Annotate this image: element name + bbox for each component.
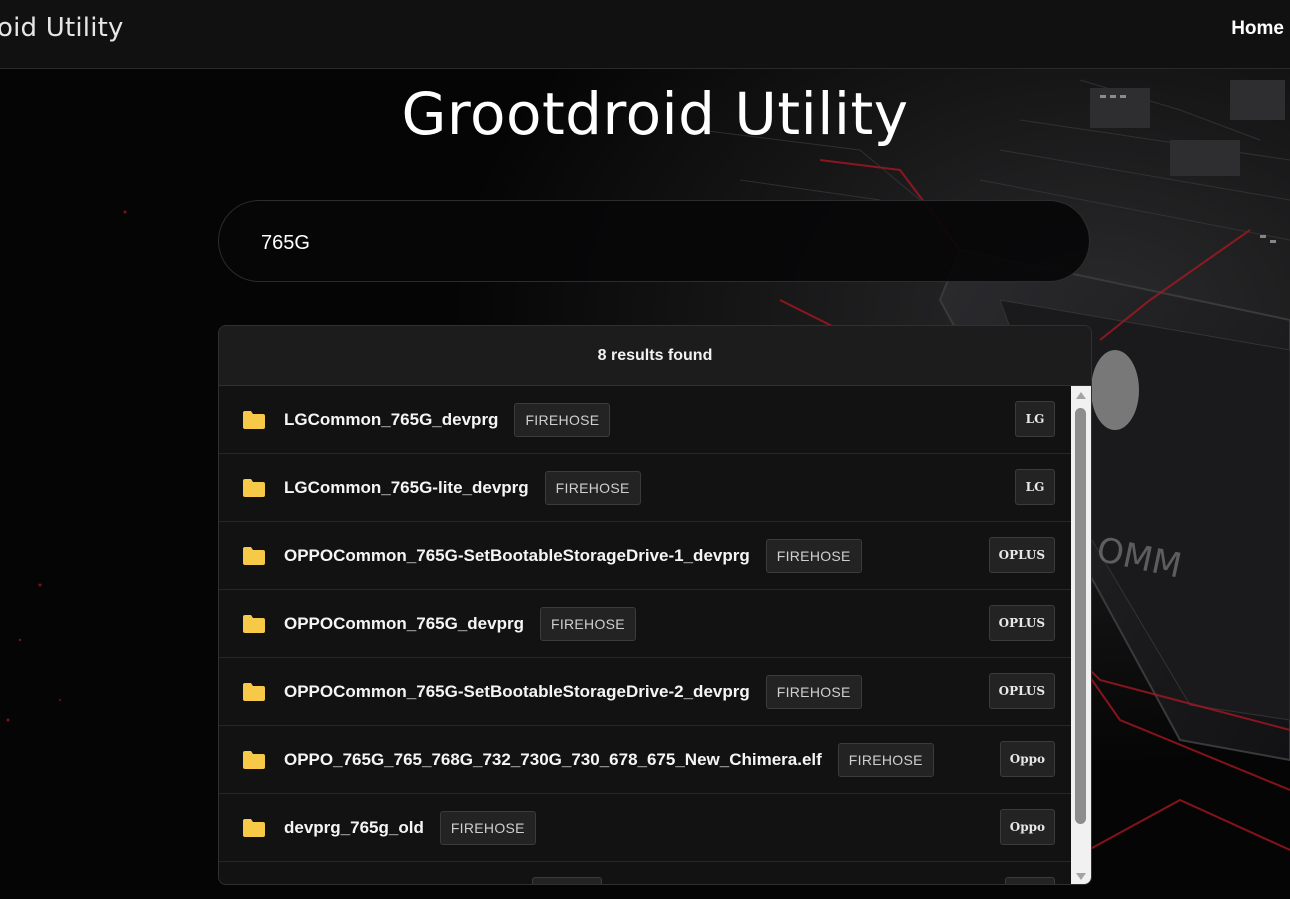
brand-badge: LG	[1015, 401, 1055, 437]
brand-badge: OPLUS	[988, 673, 1055, 709]
folder-icon	[243, 479, 265, 497]
item-label-group: OPPOCommon_765G_devprg FIREHOSE	[284, 607, 636, 641]
results-panel: 8 results found LGCommon_765G_devprg FIR…	[218, 325, 1092, 885]
list-item[interactable]	[219, 862, 1073, 884]
firehose-tag: FIREHOSE	[514, 403, 611, 437]
folder-icon	[243, 683, 265, 701]
search-box	[218, 200, 1090, 282]
search-input[interactable]	[259, 223, 1043, 263]
list-item[interactable]: OPPO_765G_765_768G_732_730G_730_678_675_…	[219, 726, 1073, 794]
brand-title[interactable]: droid Utility	[0, 13, 124, 43]
results-list: LGCommon_765G_devprg FIREHOSE LG LGCommo…	[219, 386, 1073, 884]
list-item[interactable]: OPPOCommon_765G-SetBootableStorageDrive-…	[219, 658, 1073, 726]
folder-icon	[243, 615, 265, 633]
item-name[interactable]: LGCommon_765G-lite_devprg	[284, 478, 529, 498]
item-name[interactable]: devprg_765g_old	[284, 818, 424, 838]
item-name[interactable]: OPPOCommon_765G-SetBootableStorageDrive-…	[284, 682, 750, 702]
brand-badge-partial	[1005, 877, 1055, 884]
folder-icon	[243, 751, 265, 769]
list-item[interactable]: OPPOCommon_765G_devprg FIREHOSE OPLUS	[219, 590, 1073, 658]
firehose-tag: FIREHOSE	[539, 607, 636, 641]
firehose-tag: FIREHOSE	[765, 675, 862, 709]
results-count: 8 results found	[219, 326, 1091, 386]
item-label-group: LGCommon_765G_devprg FIREHOSE	[284, 403, 611, 437]
item-label-group: OPPOCommon_765G-SetBootableStorageDrive-…	[284, 539, 862, 573]
list-item[interactable]: LGCommon_765G_devprg FIREHOSE LG	[219, 386, 1073, 454]
brand-badge: OPLUS	[988, 537, 1055, 573]
scroll-down-arrow-icon[interactable]	[1076, 873, 1086, 880]
folder-icon	[243, 411, 265, 429]
firehose-tag: FIREHOSE	[837, 743, 934, 777]
item-label-group: OPPOCommon_765G-SetBootableStorageDrive-…	[284, 675, 862, 709]
firehose-tag: FIREHOSE	[544, 471, 641, 505]
item-label-group: devprg_765g_old FIREHOSE	[284, 811, 536, 845]
page: OMM oid Utility Home Grootdroid Utility …	[0, 0, 1290, 899]
item-name[interactable]: OPPOCommon_765G-SetBootableStorageDrive-…	[284, 546, 750, 566]
results-scrollbar[interactable]	[1071, 386, 1091, 884]
firehose-tag: FIREHOSE	[439, 811, 536, 845]
page-title: Grootdroid Utility	[401, 80, 909, 148]
item-label-group: LGCommon_765G-lite_devprg FIREHOSE	[284, 471, 641, 505]
brand-badge: Oppo	[999, 809, 1055, 845]
item-name[interactable]: OPPO_765G_765_768G_732_730G_730_678_675_…	[284, 750, 822, 770]
brand-badge: OPLUS	[988, 605, 1055, 641]
list-item[interactable]: devprg_765g_old FIREHOSE Oppo	[219, 794, 1073, 862]
folder-icon	[243, 547, 265, 565]
nav-home-link[interactable]: Home	[1231, 18, 1284, 40]
brand-badge: LG	[1015, 469, 1055, 505]
firehose-tag-partial	[532, 877, 602, 884]
list-item[interactable]: LGCommon_765G-lite_devprg FIREHOSE LG	[219, 454, 1073, 522]
item-label-group: OPPO_765G_765_768G_732_730G_730_678_675_…	[284, 743, 934, 777]
folder-icon	[243, 819, 265, 837]
firehose-tag: FIREHOSE	[765, 539, 862, 573]
scroll-up-arrow-icon[interactable]	[1076, 392, 1086, 399]
navbar: droid Utility Home	[0, 0, 1290, 69]
scroll-thumb[interactable]	[1075, 408, 1086, 824]
list-item[interactable]: OPPOCommon_765G-SetBootableStorageDrive-…	[219, 522, 1073, 590]
item-name[interactable]: LGCommon_765G_devprg	[284, 410, 498, 430]
item-name[interactable]: OPPOCommon_765G_devprg	[284, 614, 524, 634]
brand-badge: Oppo	[999, 741, 1055, 777]
